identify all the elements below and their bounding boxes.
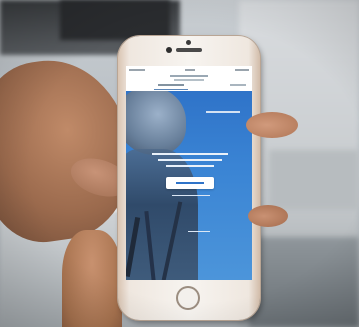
carrier-indicator xyxy=(129,68,145,71)
login-button-label xyxy=(176,182,204,184)
header-title xyxy=(170,75,208,77)
active-tab-underline xyxy=(154,89,188,90)
login-button[interactable] xyxy=(166,177,214,189)
battery-indicator xyxy=(235,68,249,71)
tab-secondary[interactable] xyxy=(230,84,246,86)
photo-scene xyxy=(0,0,359,327)
help-link[interactable] xyxy=(172,195,210,196)
welcome-text-line xyxy=(166,165,214,167)
welcome-text-line xyxy=(152,153,228,155)
background-shelf-right xyxy=(269,150,359,210)
bottom-thumb xyxy=(62,230,122,327)
background-lower-right xyxy=(249,237,359,327)
footer-link[interactable] xyxy=(188,231,210,232)
right-finger-lower xyxy=(248,205,288,227)
smartphone xyxy=(118,36,260,320)
app-header xyxy=(126,73,252,91)
tab-active[interactable] xyxy=(158,84,184,86)
powered-by-text xyxy=(206,111,240,113)
phone-screen xyxy=(126,66,252,280)
home-button[interactable] xyxy=(176,286,200,310)
earpiece-speaker xyxy=(176,48,202,52)
statue-image-head xyxy=(126,91,186,155)
status-bar xyxy=(126,66,252,73)
app-login-screen xyxy=(126,91,252,280)
proximity-sensor xyxy=(186,40,191,45)
clock-indicator xyxy=(185,68,195,71)
header-subtitle xyxy=(174,79,204,81)
front-camera-icon xyxy=(166,47,172,53)
welcome-text-line xyxy=(158,159,222,161)
background-monitor xyxy=(60,0,170,40)
right-finger xyxy=(246,112,298,138)
statue-image-body xyxy=(126,149,198,280)
